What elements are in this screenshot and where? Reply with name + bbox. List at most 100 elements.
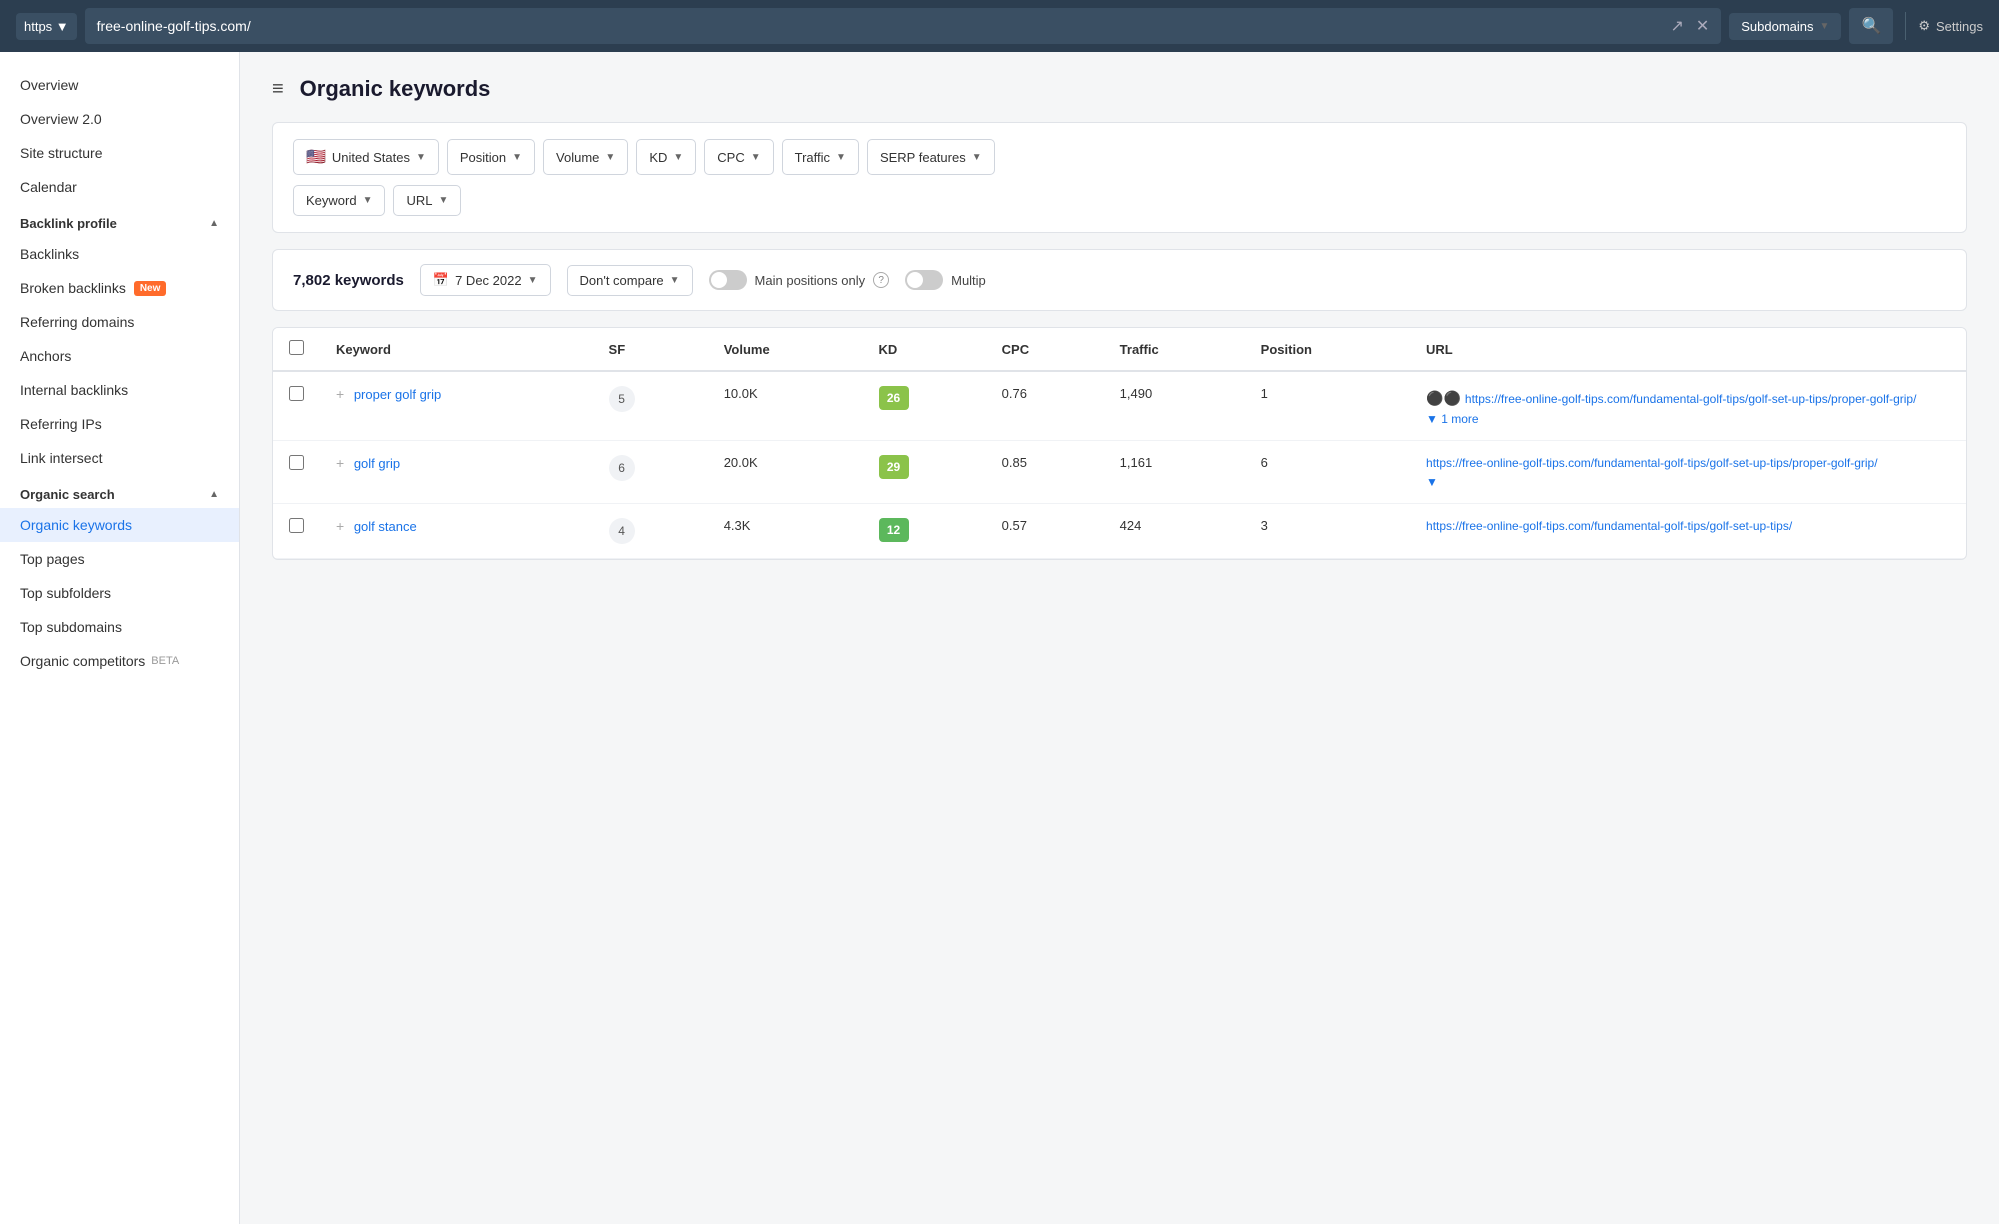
divider: [1905, 12, 1906, 40]
main-content: ≡ Organic keywords 🇺🇸 United States ▼ Po…: [240, 52, 1999, 1224]
settings-label: Settings: [1936, 19, 1983, 34]
gear-icon: ⚙: [1918, 18, 1930, 34]
row-2-url-more[interactable]: ▼: [1426, 475, 1438, 489]
main-positions-help-icon[interactable]: ?: [873, 272, 889, 288]
filter-keyword-label: Keyword: [306, 193, 357, 208]
kd-chevron-icon: ▼: [673, 152, 683, 163]
th-position: Position: [1245, 328, 1410, 371]
search-button[interactable]: 🔍: [1849, 8, 1893, 44]
filters-row-2: Keyword ▼ URL ▼: [293, 185, 1946, 216]
page-header: ≡ Organic keywords: [272, 76, 1967, 102]
th-keyword: Keyword: [320, 328, 593, 371]
sidebar-item-overview[interactable]: Overview: [0, 68, 239, 102]
row-2-kd-cell: 29: [863, 441, 986, 504]
filter-url[interactable]: URL ▼: [393, 185, 461, 216]
row-3-keyword-link[interactable]: golf stance: [354, 519, 417, 534]
sidebar-item-site-structure[interactable]: Site structure: [0, 136, 239, 170]
row-3-volume-cell: 4.3K: [708, 504, 863, 559]
us-flag-icon: 🇺🇸: [306, 147, 326, 167]
row-3-expand-button[interactable]: +: [336, 518, 344, 534]
sidebar-item-link-intersect[interactable]: Link intersect: [0, 441, 239, 475]
row-3-traffic-cell: 424: [1104, 504, 1245, 559]
date-picker-button[interactable]: 📅 7 Dec 2022 ▼: [420, 264, 551, 296]
serp-chevron-icon: ▼: [972, 152, 982, 163]
table-row: + golf grip 6 20.0K 29 0.85 1,161 6: [273, 441, 1966, 504]
filter-position[interactable]: Position ▼: [447, 139, 535, 175]
sidebar-item-organic-competitors[interactable]: Organic competitors BETA: [0, 644, 239, 678]
filter-volume[interactable]: Volume ▼: [543, 139, 628, 175]
sidebar-item-top-subdomains[interactable]: Top subdomains: [0, 610, 239, 644]
row-1-checkbox[interactable]: [289, 386, 304, 401]
row-2-kd-badge: 29: [879, 455, 909, 479]
compare-chevron-icon: ▼: [670, 275, 680, 286]
settings-button[interactable]: ⚙ Settings: [1918, 18, 1983, 34]
row-3-url-link[interactable]: https://free-online-golf-tips.com/fundam…: [1426, 519, 1792, 533]
subdomain-select[interactable]: Subdomains ▼: [1729, 13, 1841, 40]
row-2-checkbox[interactable]: [289, 455, 304, 470]
sidebar-item-referring-ips[interactable]: Referring IPs: [0, 407, 239, 441]
page-title: Organic keywords: [300, 76, 491, 102]
row-1-keyword-link[interactable]: proper golf grip: [354, 387, 441, 402]
traffic-chevron-icon: ▼: [836, 152, 846, 163]
position-chevron-icon: ▼: [512, 152, 522, 163]
organic-search-chevron-icon: ▲: [209, 489, 219, 500]
filter-serp-features[interactable]: SERP features ▼: [867, 139, 995, 175]
select-all-checkbox[interactable]: [289, 340, 304, 355]
sidebar-section-backlink-profile[interactable]: Backlink profile ▲: [0, 204, 239, 237]
row-1-checkbox-cell: [273, 371, 320, 441]
row-1-favicon-icon: ⚫⚫: [1426, 390, 1461, 407]
filter-volume-label: Volume: [556, 150, 599, 165]
row-1-expand-button[interactable]: +: [336, 386, 344, 402]
date-label: 7 Dec 2022: [455, 273, 522, 288]
th-url: URL: [1410, 328, 1966, 371]
row-2-keyword-link[interactable]: golf grip: [354, 456, 400, 471]
row-2-keyword-cell: + golf grip: [320, 441, 593, 504]
external-link-icon[interactable]: ↗: [1670, 16, 1683, 36]
filter-traffic-label: Traffic: [795, 150, 830, 165]
row-2-traffic-cell: 1,161: [1104, 441, 1245, 504]
sidebar-item-backlinks[interactable]: Backlinks: [0, 237, 239, 271]
sidebar-item-top-subfolders[interactable]: Top subfolders: [0, 576, 239, 610]
sidebar-item-anchors[interactable]: Anchors: [0, 339, 239, 373]
row-1-url-more[interactable]: ▼ 1 more: [1426, 412, 1479, 426]
filter-traffic[interactable]: Traffic ▼: [782, 139, 859, 175]
sidebar-item-internal-backlinks[interactable]: Internal backlinks: [0, 373, 239, 407]
protocol-select[interactable]: https ▼: [16, 13, 77, 40]
compare-button[interactable]: Don't compare ▼: [567, 265, 693, 296]
country-chevron-icon: ▼: [416, 152, 426, 163]
filter-cpc[interactable]: CPC ▼: [704, 139, 773, 175]
th-traffic: Traffic: [1104, 328, 1245, 371]
sidebar-item-broken-backlinks[interactable]: Broken backlinks New: [0, 271, 239, 305]
backlink-profile-chevron-icon: ▲: [209, 218, 219, 229]
sidebar-item-overview-2[interactable]: Overview 2.0: [0, 102, 239, 136]
sidebar-section-organic-search[interactable]: Organic search ▲: [0, 475, 239, 508]
row-1-sf-badge: 5: [609, 386, 635, 412]
multi-toggle[interactable]: [905, 270, 943, 290]
filter-country[interactable]: 🇺🇸 United States ▼: [293, 139, 439, 175]
row-2-sf-cell: 6: [593, 441, 708, 504]
close-icon[interactable]: ✕: [1696, 16, 1709, 36]
sidebar-item-referring-domains[interactable]: Referring domains: [0, 305, 239, 339]
sidebar-item-calendar[interactable]: Calendar: [0, 170, 239, 204]
row-2-url-link[interactable]: https://free-online-golf-tips.com/fundam…: [1426, 456, 1878, 470]
th-volume: Volume: [708, 328, 863, 371]
row-3-kd-cell: 12: [863, 504, 986, 559]
row-3-checkbox[interactable]: [289, 518, 304, 533]
url-bar: free-online-golf-tips.com/ ↗ ✕: [85, 8, 1722, 44]
row-3-cpc-cell: 0.57: [986, 504, 1104, 559]
sidebar-item-organic-keywords[interactable]: Organic keywords: [0, 508, 239, 542]
menu-icon[interactable]: ≡: [272, 78, 284, 101]
row-1-kd-cell: 26: [863, 371, 986, 441]
row-1-url-link[interactable]: https://free-online-golf-tips.com/fundam…: [1465, 392, 1917, 406]
filter-kd[interactable]: KD ▼: [636, 139, 696, 175]
row-1-kd-badge: 26: [879, 386, 909, 410]
toolbar: 7,802 keywords 📅 7 Dec 2022 ▼ Don't comp…: [272, 249, 1967, 311]
filter-url-label: URL: [406, 193, 432, 208]
sidebar-item-top-pages[interactable]: Top pages: [0, 542, 239, 576]
row-1-url-cell: ⚫⚫ https://free-online-golf-tips.com/fun…: [1410, 371, 1966, 441]
filter-keyword[interactable]: Keyword ▼: [293, 185, 385, 216]
compare-label: Don't compare: [580, 273, 664, 288]
main-positions-toggle[interactable]: [709, 270, 747, 290]
subdomain-chevron-icon: ▼: [1820, 21, 1830, 32]
row-2-expand-button[interactable]: +: [336, 455, 344, 471]
